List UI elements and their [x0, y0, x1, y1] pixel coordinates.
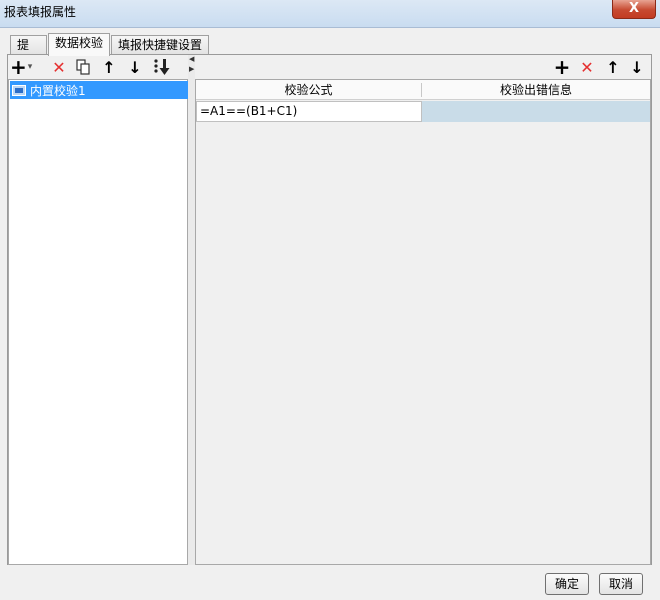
arrow-down-icon: ↓ [128, 57, 142, 77]
move-bottom-button[interactable] [151, 56, 173, 78]
collapse-right-icon[interactable]: ▶ [189, 65, 194, 73]
table-header: 校验公式 校验出错信息 [196, 80, 650, 100]
validation-list[interactable]: 内置校验1 [8, 79, 188, 565]
column-header-formula[interactable]: 校验公式 [196, 80, 421, 100]
formula-down-button[interactable]: ↓ [626, 56, 648, 78]
delete-icon: ✕ [52, 57, 66, 77]
panel-splitter[interactable]: ◀ ▶ [188, 55, 195, 565]
tab-submit[interactable]: 提交 [10, 35, 47, 70]
move-down-button[interactable]: ↓ [124, 56, 146, 78]
formula-table: 校验公式 校验出错信息 =A1==(B1+C1) [195, 79, 651, 565]
arrow-up-icon: ↑ [102, 57, 116, 77]
arrow-down-icon: ↓ [630, 57, 644, 77]
message-cell[interactable] [422, 101, 650, 122]
copy-icon [76, 59, 90, 75]
list-item[interactable]: 内置校验1 [10, 81, 188, 99]
tab-shortcut-settings[interactable]: 填报快捷键设置 [111, 35, 209, 55]
collapse-left-icon[interactable]: ◀ [189, 55, 194, 63]
list-item-label: 内置校验1 [30, 83, 86, 98]
arrow-up-icon: ↑ [606, 57, 620, 77]
table-row[interactable]: =A1==(B1+C1) [196, 101, 650, 122]
ok-button[interactable]: 确定 [545, 573, 589, 595]
column-header-message[interactable]: 校验出错信息 [422, 80, 650, 100]
move-to-bottom-icon [154, 59, 170, 75]
formula-cell[interactable]: =A1==(B1+C1) [196, 101, 422, 122]
window-title: 报表填报属性 [4, 5, 77, 19]
validation-item-icon [12, 84, 26, 96]
close-icon: X [628, 1, 640, 16]
right-toolbar: + ✕ ↑ ↓ [545, 55, 650, 79]
left-toolbar: + ▾ ✕ ↑ ↓ [8, 55, 188, 80]
copy-validation-button[interactable] [72, 56, 94, 78]
add-validation-button[interactable]: + ▾ [10, 55, 38, 79]
move-up-button[interactable]: ↑ [98, 56, 120, 78]
chevron-down-icon: ▾ [27, 62, 33, 72]
plus-icon: + [10, 55, 27, 79]
delete-validation-button[interactable]: ✕ [48, 56, 70, 78]
formula-up-button[interactable]: ↑ [602, 56, 624, 78]
plus-icon: + [553, 55, 571, 79]
add-formula-button[interactable]: + [551, 55, 573, 79]
close-button[interactable]: X [612, 0, 656, 19]
tab-data-validation[interactable]: 数据校验 [48, 33, 110, 56]
delete-formula-button[interactable]: ✕ [576, 56, 598, 78]
delete-icon: ✕ [580, 57, 594, 77]
cancel-button[interactable]: 取消 [599, 573, 643, 595]
title-bar: 报表填报属性 X [0, 0, 660, 28]
